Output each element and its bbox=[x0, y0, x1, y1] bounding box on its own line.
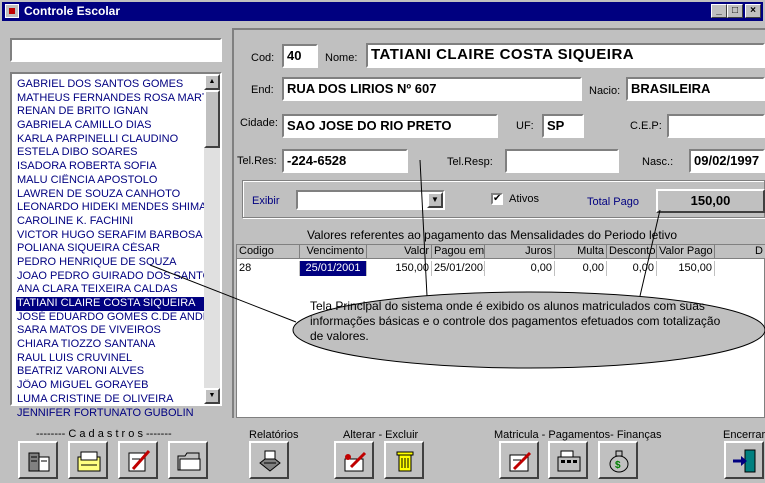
edit-record-icon bbox=[344, 451, 367, 472]
cadastros-caption: -------- C a d a s t r o s ------- bbox=[36, 428, 172, 440]
matricula-button[interactable] bbox=[499, 441, 539, 479]
relatorios-button[interactable] bbox=[249, 441, 289, 479]
annotation-overlay bbox=[149, 159, 765, 369]
cash-register-icon bbox=[557, 450, 581, 472]
printer-icon bbox=[259, 450, 281, 472]
callout-line-list bbox=[149, 264, 297, 323]
building-icon bbox=[28, 452, 50, 472]
svg-text:$: $ bbox=[615, 460, 621, 471]
matricula-caption: Matricula - Pagamentos- Finanças bbox=[494, 429, 662, 441]
cadastro-alunos-button[interactable] bbox=[18, 441, 58, 479]
cadastro-edit-button[interactable] bbox=[118, 441, 158, 479]
cadastro-folder-button[interactable] bbox=[168, 441, 208, 479]
trash-icon bbox=[396, 451, 414, 472]
folder-icon bbox=[177, 452, 201, 471]
excluir-button[interactable] bbox=[384, 441, 424, 479]
callout-line-total bbox=[639, 209, 661, 297]
financas-button[interactable]: $ bbox=[598, 441, 638, 479]
encerrar-caption: Encerrar bbox=[723, 429, 765, 441]
encerrar-button[interactable] bbox=[724, 441, 764, 479]
alterar-button[interactable] bbox=[334, 441, 374, 479]
money-bag-icon: $ bbox=[609, 450, 629, 473]
main-window: Controle Escolar _ □ × GABRIEL DOS SANTO… bbox=[0, 0, 765, 483]
alterar-excluir-caption: Alterar - Excluir bbox=[343, 429, 419, 441]
pagamentos-button[interactable] bbox=[548, 441, 588, 479]
pen-document-icon bbox=[128, 450, 151, 472]
exit-door-icon bbox=[733, 449, 756, 473]
callout-line-telres bbox=[419, 159, 428, 297]
annotation-text: Tela Principal do sistema onde é exibido… bbox=[310, 299, 721, 343]
cadastro-fichas-button[interactable] bbox=[68, 441, 108, 479]
enrollment-icon bbox=[509, 451, 532, 472]
relatorios-caption: Relatórios bbox=[249, 429, 299, 441]
card-file-icon bbox=[77, 451, 101, 472]
